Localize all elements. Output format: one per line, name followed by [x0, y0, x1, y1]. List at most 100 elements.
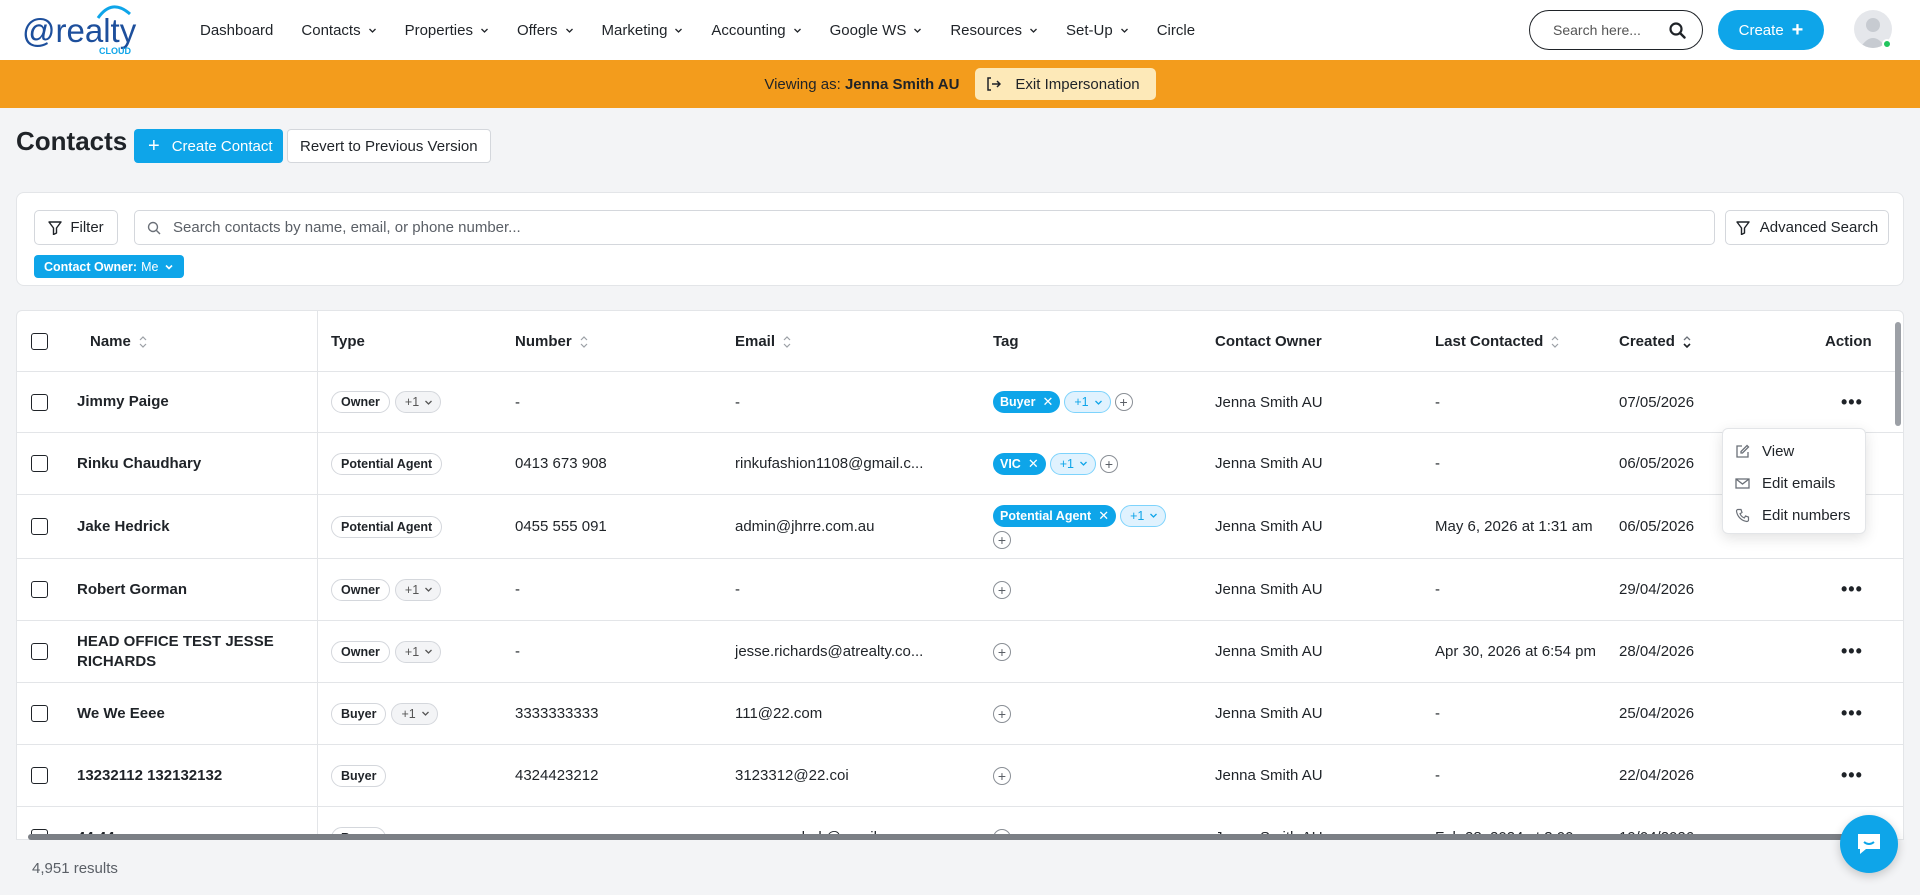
contact-owner-filter-chip[interactable]: Contact Owner: Me [34, 255, 185, 278]
sort-icon[interactable] [783, 335, 791, 349]
table-row[interactable]: Rinku Chaudhary Potential Agent 0413 673 9… [17, 433, 1903, 495]
type-more-dropdown[interactable]: +1 [394, 578, 442, 601]
table-row[interactable]: 13232112 132132132 Buyer 4324423212 3123312… [17, 745, 1903, 807]
last-contacted: - [1435, 455, 1440, 472]
select-all-checkbox[interactable] [31, 333, 48, 350]
nav-item-contacts[interactable]: Contacts [301, 22, 376, 39]
realty-logo[interactable]: @realty CLOUD [20, 4, 150, 56]
add-tag-button[interactable]: + [993, 580, 1011, 599]
contact-type-cell: Owner +1 [331, 372, 442, 432]
last-contacted-cell: - [1435, 559, 1440, 620]
created-date-cell: 28/04/2026 [1619, 621, 1694, 682]
create-button[interactable]: Create + [1718, 10, 1824, 50]
sort-icon[interactable] [1551, 335, 1559, 349]
table-row[interactable]: Robert Gorman Owner +1 - - + Jenna Smith AU - 29… [17, 559, 1903, 621]
nav-item-circle[interactable]: Circle [1157, 22, 1195, 39]
more-actions-icon[interactable]: ••• [1841, 392, 1863, 413]
contact-number-cell: 3333333333 [515, 683, 598, 744]
global-search-input[interactable]: Search here... [1529, 10, 1703, 50]
type-more-dropdown[interactable]: +1 [394, 391, 442, 413]
contact-owner: Jenna Smith AU [1215, 767, 1323, 784]
advanced-search-button[interactable]: Advanced Search [1725, 210, 1889, 245]
column-header-email[interactable]: Email [735, 311, 791, 372]
nav-item-offers[interactable]: Offers [517, 22, 574, 39]
nav-item-marketing[interactable]: Marketing [602, 22, 684, 39]
column-header-number[interactable]: Number [515, 311, 588, 372]
contact-name[interactable]: HEAD OFFICE TEST JESSE RICHARDS [77, 632, 287, 672]
menu-item-edit-numbers[interactable]: Edit numbers [1723, 499, 1865, 531]
remove-tag-icon[interactable]: ✕ [1028, 456, 1039, 472]
add-tag-button[interactable]: + [1114, 393, 1133, 411]
sort-icon[interactable] [139, 335, 147, 349]
contact-email: - [735, 393, 740, 411]
contact-name[interactable]: Robert Gorman [77, 580, 187, 600]
tag-more-dropdown[interactable]: +1 [1120, 504, 1167, 527]
row-checkbox[interactable] [31, 705, 48, 722]
more-actions-icon[interactable]: ••• [1841, 703, 1863, 724]
add-tag-button[interactable]: + [993, 530, 1011, 549]
table-row[interactable]: We We Eeee Buyer +1 3333333333 111@22.com + Je… [17, 683, 1903, 745]
filter-button[interactable]: Filter [34, 210, 118, 245]
contact-name[interactable]: Rinku Chaudhary [77, 454, 201, 474]
remove-tag-icon[interactable]: ✕ [1098, 508, 1109, 524]
row-checkbox[interactable] [31, 643, 48, 660]
created-date: 06/05/2026 [1619, 455, 1695, 472]
contact-email-cell: jesse.richards@atrealty.co... [735, 621, 923, 682]
type-more-dropdown[interactable]: +1 [391, 702, 438, 725]
tag-more-dropdown[interactable]: +1 [1064, 391, 1111, 413]
row-checkbox[interactable] [31, 455, 48, 472]
last-contacted-cell: - [1435, 683, 1440, 744]
create-contact-button[interactable]: + Create Contact [134, 129, 283, 163]
row-checkbox[interactable] [31, 518, 48, 535]
table-row[interactable]: HEAD OFFICE TEST JESSE RICHARDS Owner +1 - j… [17, 621, 1903, 683]
sort-control[interactable] [580, 335, 588, 349]
column-header-name[interactable]: Name [90, 311, 147, 372]
sort-control[interactable] [1551, 335, 1559, 349]
last-contacted: - [1435, 581, 1440, 598]
table-row[interactable]: Jimmy Paige Owner +1 - - Buyer ✕ +1 + Jenna Smith… [17, 372, 1903, 433]
exit-impersonation-button[interactable]: Exit Impersonation [975, 68, 1156, 100]
contact-name[interactable]: We We Eeee [77, 704, 165, 724]
more-actions-icon[interactable]: ••• [1841, 579, 1863, 600]
tag-more-dropdown[interactable]: +1 [1049, 452, 1097, 475]
nav-item-google-ws[interactable]: Google WS [830, 22, 923, 39]
remove-tag-icon[interactable]: ✕ [1042, 394, 1053, 410]
contact-search-input[interactable] [173, 219, 1673, 236]
nav-item-properties[interactable]: Properties [405, 22, 489, 39]
add-tag-button[interactable]: + [993, 642, 1011, 661]
horizontal-scrollbar-thumb[interactable] [28, 834, 1858, 840]
sort-control[interactable] [783, 335, 791, 349]
nav-item-set-up[interactable]: Set-Up [1066, 22, 1129, 39]
vertical-scrollbar[interactable] [1895, 322, 1901, 426]
row-checkbox[interactable] [31, 767, 48, 784]
nav-item-resources[interactable]: Resources [950, 22, 1038, 39]
menu-item-edit-emails[interactable]: Edit emails [1723, 467, 1865, 499]
nav-item-dashboard[interactable]: Dashboard [200, 22, 273, 39]
type-more-dropdown[interactable]: +1 [394, 640, 442, 663]
horizontal-scrollbar[interactable] [16, 833, 1904, 841]
column-header-last-contacted[interactable]: Last Contacted [1435, 311, 1559, 372]
add-tag-button[interactable]: + [993, 766, 1011, 785]
row-checkbox[interactable] [31, 393, 48, 411]
add-tag-button[interactable]: + [993, 704, 1011, 723]
contact-name[interactable]: Jake Hedrick [77, 517, 170, 537]
sort-icon[interactable] [1683, 335, 1691, 349]
add-tag-button[interactable]: + [1100, 454, 1119, 473]
more-actions-icon[interactable]: ••• [1841, 765, 1863, 786]
table-row[interactable]: Jake Hedrick Potential Agent 0455 555 091 a… [17, 495, 1903, 559]
revert-version-button[interactable]: Revert to Previous Version [287, 129, 491, 163]
row-checkbox[interactable] [31, 581, 48, 598]
sort-control[interactable] [1683, 335, 1691, 349]
contact-name[interactable]: 13232112 132132132 [77, 766, 222, 786]
more-actions-icon[interactable]: ••• [1841, 641, 1863, 662]
menu-item-view[interactable]: View [1723, 435, 1865, 467]
last-contacted-cell: Apr 30, 2026 at 6:54 pm [1435, 621, 1596, 682]
sort-icon[interactable] [580, 335, 588, 349]
chat-support-button[interactable] [1840, 815, 1898, 873]
contact-search-field[interactable] [134, 210, 1715, 245]
contact-name[interactable]: Jimmy Paige [77, 392, 169, 412]
column-header-created[interactable]: Created [1619, 311, 1691, 372]
nav-item-accounting[interactable]: Accounting [711, 22, 801, 39]
sort-control[interactable] [139, 335, 147, 349]
contact-tag-cell: + [993, 621, 1011, 682]
